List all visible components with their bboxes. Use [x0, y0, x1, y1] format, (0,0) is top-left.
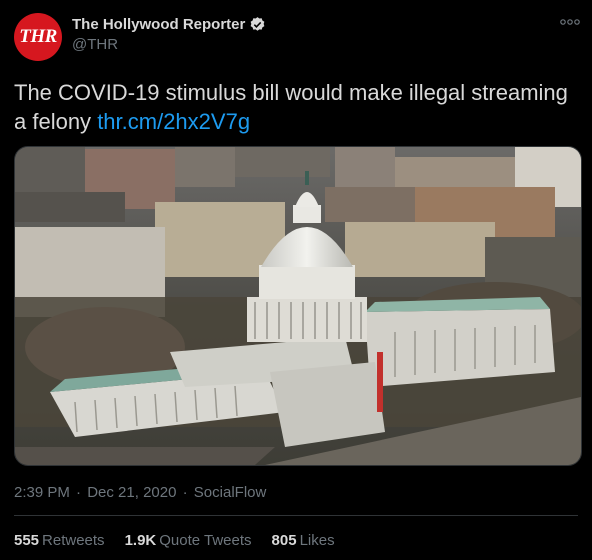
likes-stat[interactable]: 805 Likes: [272, 532, 335, 549]
capitol-building-photo: [15, 147, 581, 465]
likes-count: 805: [271, 532, 297, 549]
retweets-stat[interactable]: 555 Retweets: [14, 532, 105, 549]
user-handle[interactable]: @THR: [72, 36, 118, 53]
tweet-date[interactable]: Dec 21, 2020: [87, 484, 176, 501]
avatar[interactable]: THR: [14, 13, 62, 61]
more-horizontal-icon[interactable]: [560, 14, 580, 28]
tweet-meta: 2:39 PM · Dec 21, 2020 · SocialFlow: [14, 484, 268, 501]
verified-badge-icon: [249, 16, 266, 33]
tweet-card: THR The Hollywood Reporter @THR The COVI…: [0, 0, 592, 560]
retweets-count: 555: [14, 532, 40, 549]
quote-tweets-label: Quote Tweets: [159, 532, 252, 549]
retweets-label: Retweets: [42, 532, 105, 549]
author-name-row[interactable]: The Hollywood Reporter: [72, 16, 266, 33]
tweet-link[interactable]: thr.cm/2hx2V7g: [97, 109, 250, 134]
display-name[interactable]: The Hollywood Reporter: [72, 16, 245, 33]
meta-separator: ·: [178, 484, 192, 501]
tweet-text: The COVID-19 stimulus bill would make il…: [14, 78, 574, 136]
tweet-photo[interactable]: [14, 146, 582, 466]
quote-tweets-count: 1.9K: [124, 532, 157, 549]
avatar-logo-text: THR: [19, 26, 57, 47]
divider: [14, 515, 578, 516]
tweet-time[interactable]: 2:39 PM: [14, 484, 70, 501]
tweet-source[interactable]: SocialFlow: [194, 484, 267, 501]
likes-label: Likes: [299, 532, 335, 549]
engagement-stats: 555 Retweets 1.9K Quote Tweets 805 Likes: [14, 532, 355, 549]
quote-tweets-stat[interactable]: 1.9K Quote Tweets: [125, 532, 252, 549]
meta-separator: ·: [71, 484, 86, 501]
